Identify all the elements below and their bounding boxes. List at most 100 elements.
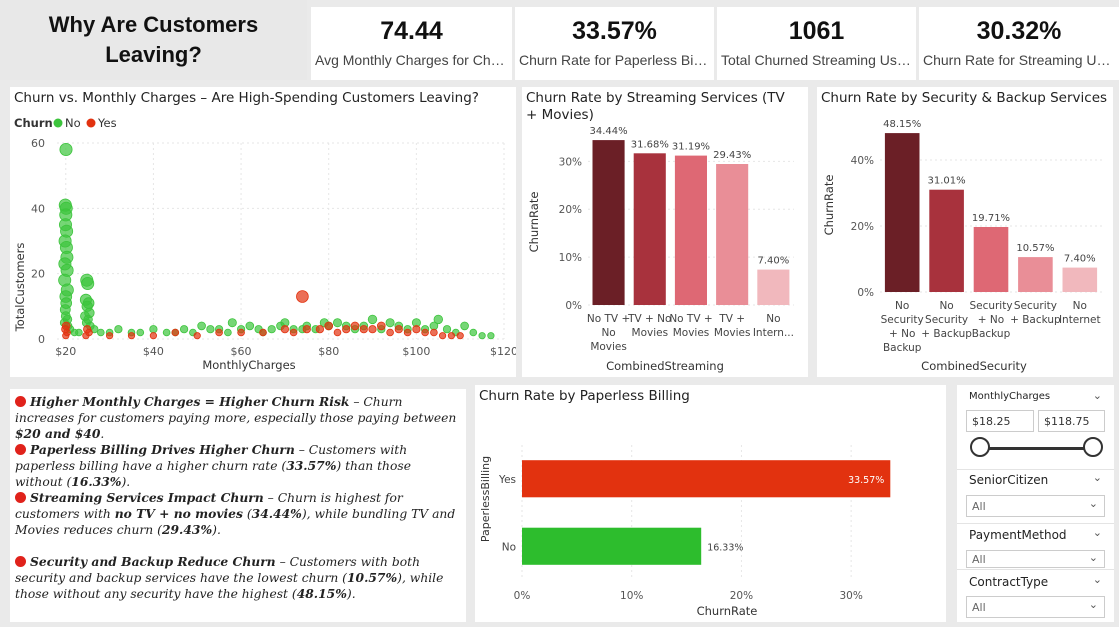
scatter-point-no[interactable] — [59, 143, 73, 157]
scatter-point-yes[interactable] — [82, 332, 90, 340]
scatter-point-yes[interactable] — [386, 328, 394, 337]
scatter-point-no[interactable] — [469, 328, 478, 337]
scatter-point-yes[interactable] — [237, 328, 245, 337]
scatter-point-yes[interactable] — [421, 328, 429, 337]
scatter-point-yes[interactable] — [438, 332, 447, 340]
legend-no-marker — [53, 118, 63, 128]
bar[interactable] — [1062, 267, 1098, 292]
scatter-point-no[interactable] — [180, 325, 189, 334]
y-tick-label: 0 — [38, 333, 45, 346]
scatter-point-yes[interactable] — [376, 321, 386, 331]
security-y-axis-title: ChurnRate — [822, 175, 836, 236]
scatter-point-no[interactable] — [224, 328, 232, 337]
scatter-point-no[interactable] — [81, 276, 95, 290]
paperless-chart-panel[interactable]: Churn Rate by Paperless Billing 0% 10% 20%… — [475, 385, 946, 622]
kpi-card-paperless-churn[interactable]: 33.57% Churn Rate for Paperless Billing — [515, 7, 714, 80]
scatter-point-yes[interactable] — [368, 325, 377, 334]
scatter-point-yes[interactable] — [456, 332, 464, 340]
scatter-point-no[interactable] — [75, 328, 83, 337]
scatter-point-yes[interactable] — [315, 325, 324, 334]
scatter-point-yes[interactable] — [342, 325, 351, 334]
kpi-card-avg-monthly-charges[interactable]: 74.44 Avg Monthly Charges for Churned Cu… — [311, 7, 512, 80]
scatter-point-yes[interactable] — [280, 325, 289, 334]
scatter-point-no[interactable] — [332, 318, 342, 328]
chevron-down-icon[interactable]: ⌄ — [1093, 526, 1102, 539]
scatter-point-yes[interactable] — [359, 325, 368, 334]
x-tick-label: TV + — [718, 313, 745, 325]
range-slider-min-handle[interactable] — [970, 437, 990, 457]
scatter-point-yes[interactable] — [259, 328, 267, 337]
scatter-point-yes[interactable] — [302, 325, 311, 334]
scatter-point-yes[interactable] — [127, 332, 136, 340]
bar[interactable] — [522, 460, 891, 498]
scatter-point-no[interactable] — [367, 314, 378, 325]
range-slider-track[interactable] — [979, 447, 1094, 450]
chevron-down-icon[interactable]: ⌄ — [1089, 551, 1098, 564]
bar[interactable] — [716, 164, 749, 305]
x-tick-label: No — [895, 300, 909, 312]
scatter-point-yes[interactable] — [350, 321, 360, 331]
scatter-point-yes[interactable] — [394, 325, 403, 334]
scatter-point-yes[interactable] — [412, 325, 421, 334]
scatter-point-no[interactable] — [487, 332, 495, 340]
bar[interactable] — [1018, 257, 1053, 292]
scatter-point-no[interactable] — [460, 321, 469, 331]
scatter-point-yes[interactable] — [296, 290, 309, 303]
senior-citizen-dropdown[interactable]: All — [966, 495, 1105, 517]
scatter-point-no[interactable] — [149, 325, 158, 334]
scatter-point-yes[interactable] — [447, 332, 455, 340]
bar[interactable] — [522, 527, 702, 565]
scatter-point-yes[interactable] — [62, 332, 70, 340]
scatter-point-yes[interactable] — [171, 328, 180, 337]
scatter-point-yes[interactable] — [324, 321, 334, 331]
bar[interactable] — [592, 140, 625, 305]
kpi-value: 1061 — [788, 17, 845, 45]
scatter-point-no[interactable] — [245, 321, 255, 331]
scatter-point-no[interactable] — [136, 328, 145, 337]
payment-method-dropdown[interactable]: All — [966, 550, 1105, 568]
scatter-point-no[interactable] — [442, 325, 452, 334]
scatter-point-no[interactable] — [267, 325, 276, 334]
bar-value-label: 31.19% — [672, 142, 710, 153]
bar[interactable] — [674, 155, 707, 305]
y-tick-label: 30% — [559, 156, 582, 168]
scatter-point-yes[interactable] — [149, 332, 157, 340]
scatter-point-yes[interactable] — [289, 328, 298, 337]
chevron-down-icon[interactable]: ⌄ — [1093, 389, 1102, 402]
scatter-point-no[interactable] — [114, 325, 123, 334]
scatter-point-no[interactable] — [197, 321, 206, 331]
bar[interactable] — [929, 189, 964, 292]
scatter-point-no[interactable] — [162, 328, 171, 337]
scatter-point-no[interactable] — [97, 328, 105, 337]
scatter-point-yes[interactable] — [106, 332, 114, 340]
security-chart-panel[interactable]: Churn Rate by Security & Backup Services… — [817, 87, 1113, 377]
kpi-card-streaming-churn[interactable]: 30.32% Churn Rate for Streaming Users — [919, 7, 1119, 80]
insight-paperless: Paperless Billing Drives Higher Churn – … — [15, 442, 411, 489]
scatter-point-yes[interactable] — [333, 328, 342, 337]
contract-type-dropdown[interactable]: All — [966, 596, 1105, 618]
scatter-point-yes[interactable] — [430, 328, 438, 337]
x-tick-label: $80 — [318, 345, 339, 358]
scatter-point-yes[interactable] — [403, 328, 412, 337]
chevron-down-icon[interactable]: ⌄ — [1089, 598, 1098, 611]
monthly-charges-min-input[interactable]: $18.25 — [966, 410, 1034, 432]
kpi-card-churned-streaming-users[interactable]: 1061 Total Churned Streaming Users — [717, 7, 916, 80]
scatter-point-no[interactable] — [206, 325, 215, 334]
scatter-point-yes[interactable] — [215, 328, 223, 337]
scatter-point-no[interactable] — [385, 318, 395, 328]
scatter-point-no[interactable] — [478, 332, 486, 340]
chevron-down-icon[interactable]: ⌄ — [1089, 497, 1098, 510]
bar[interactable] — [633, 153, 666, 305]
monthly-charges-max-input[interactable]: $118.75 — [1038, 410, 1105, 432]
bar[interactable] — [884, 133, 920, 292]
scatter-point-yes[interactable] — [193, 332, 201, 340]
chevron-down-icon[interactable]: ⌄ — [1093, 471, 1102, 484]
scatter-point-no[interactable] — [227, 318, 237, 328]
bar[interactable] — [757, 269, 790, 305]
scatter-chart-panel[interactable]: Churn vs. Monthly Charges – Are High-Spe… — [10, 87, 516, 377]
range-slider-max-handle[interactable] — [1083, 437, 1103, 457]
bar[interactable] — [973, 227, 1009, 292]
chevron-down-icon[interactable]: ⌄ — [1093, 573, 1102, 586]
streaming-chart-panel[interactable]: Churn Rate by Streaming Services (TV + M… — [522, 87, 808, 377]
scatter-point-no[interactable] — [433, 314, 444, 325]
